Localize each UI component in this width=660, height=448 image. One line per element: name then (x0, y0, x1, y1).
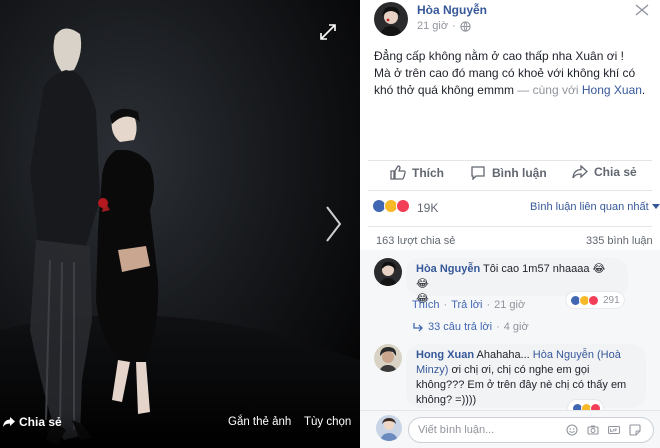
gif-icon[interactable] (608, 424, 620, 436)
post-meta: 21 giờ · (417, 20, 471, 32)
with-label: — cùng với (517, 83, 579, 97)
photo-viewer: Chia sẻ Gắn thẻ ảnh Tùy chọn (0, 0, 360, 448)
reactions-bar: 19K Bình luận liên quan nhất (360, 196, 660, 218)
share-count[interactable]: 163 lượt chia sẻ (376, 235, 455, 247)
dot-separator: · (496, 321, 500, 333)
share-icon (572, 165, 588, 179)
camera-icon[interactable] (587, 424, 599, 436)
comment-reaction-count: 291 (603, 294, 620, 306)
share-button[interactable]: Chia sẻ (572, 165, 637, 179)
close-icon[interactable] (632, 2, 652, 18)
globe-icon (460, 20, 471, 32)
photo-share-button[interactable]: Chia sẻ (2, 413, 62, 431)
comment-text: không??? Em ở trên đây nè chị có thấy em (416, 379, 627, 391)
post-text-line: Mà ở trên cao đó mang có khoẻ với không … (374, 66, 636, 80)
dot-separator: · (486, 299, 491, 311)
expand-icon[interactable] (318, 22, 338, 42)
comment-composer (360, 410, 660, 448)
share-label: Chia sẻ (594, 165, 637, 179)
post-text-fragment: khó thở quá không emmm (374, 83, 514, 97)
love-reaction-icon (396, 199, 410, 213)
replies-time: 4 giờ (503, 321, 529, 333)
comment-reply-link[interactable]: Trả lời (451, 299, 482, 311)
composer-tools (566, 424, 641, 436)
author-avatar[interactable] (374, 2, 408, 36)
post-header: Hòa Nguyễn 21 giờ · (360, 0, 660, 40)
love-reaction-icon (588, 294, 599, 306)
dot-separator: · (443, 299, 448, 311)
view-replies-link[interactable]: 33 câu trả lời · 4 giờ (412, 321, 529, 333)
tagged-user-link[interactable]: Hong Xuan (582, 83, 642, 97)
caret-down-icon (651, 204, 660, 209)
divider (368, 190, 652, 191)
like-button[interactable]: Thích (390, 165, 444, 180)
comment-like-link[interactable]: Thích (412, 299, 440, 311)
comment-bubble: Hòa Nguyễn Tôi cao 1m57 nhaaaa 😂😂 😂 (406, 258, 628, 305)
comment-text: ơi chị ơi, chị có nghe em gọi (451, 364, 590, 376)
like-label: Thích (412, 165, 444, 180)
post-text-line: Đẳng cấp không nằm ở cao thấp nha Xuân ơ… (374, 49, 624, 63)
post-text-line: khó thở quá không emmm — cùng với Hong X… (374, 82, 654, 99)
comment-sort-label: Bình luận liên quan nhất (530, 201, 649, 213)
comment-sort-dropdown[interactable]: Bình luận liên quan nhất (530, 201, 660, 213)
post-actions: Thích Bình luận Chia sẻ (360, 163, 660, 187)
share-icon (3, 417, 15, 427)
commenter-avatar[interactable] (374, 258, 402, 286)
comment-icon (471, 166, 485, 180)
post-text: Đẳng cấp không nằm ở cao thấp nha Xuân ơ… (374, 48, 654, 99)
author-name[interactable]: Hòa Nguyễn (417, 3, 487, 17)
post-details-panel: Hòa Nguyễn 21 giờ · Đẳng cấp không nằm ở… (360, 0, 660, 448)
photo-options-button[interactable]: Tùy chọn (304, 416, 351, 428)
mention-link[interactable]: Hòa Nguyễn (Hoà (533, 349, 621, 361)
sticker-icon[interactable] (629, 424, 641, 436)
replies-count: 33 câu trả lời (428, 321, 493, 333)
comments-list: Hòa Nguyễn Tôi cao 1m57 nhaaaa 😂😂 😂 Thíc… (360, 250, 660, 416)
divider (368, 160, 652, 161)
dot-separator: · (452, 20, 456, 32)
comment-reaction-summary[interactable]: 291 (566, 292, 624, 308)
photo (0, 0, 360, 448)
comment-count[interactable]: 335 bình luận (586, 235, 653, 247)
reaction-count[interactable]: 19K (417, 201, 438, 215)
current-user-avatar (376, 415, 402, 441)
period: . (641, 83, 646, 97)
divider (368, 226, 652, 227)
comment-time[interactable]: 21 giờ (494, 299, 525, 311)
comment-text: Ahahaha... (476, 349, 530, 361)
chevron-right-icon[interactable] (322, 204, 344, 244)
post-stats: 163 lượt chia sẻ 335 bình luận (360, 232, 660, 250)
tag-photo-button[interactable]: Gắn thẻ ảnh (228, 416, 291, 428)
comment-author[interactable]: Hòa Nguyễn (416, 263, 480, 275)
comment-text: không? =)))) (416, 394, 477, 406)
comment-label: Bình luận (492, 165, 547, 180)
comment-button[interactable]: Bình luận (470, 165, 547, 180)
comment-bubble: Hong Xuan Ahahaha... Hòa Nguyễn (Hoà Min… (406, 344, 646, 408)
comment-meta: Thích · Trả lời · 21 giờ (412, 299, 525, 311)
reaction-icons[interactable] (372, 199, 410, 213)
comment-author[interactable]: Hong Xuan (416, 349, 474, 361)
photo-share-label: Chia sẻ (19, 415, 62, 429)
commenter-avatar[interactable] (374, 344, 402, 372)
thumbs-up-icon (390, 165, 406, 180)
post-time[interactable]: 21 giờ (417, 20, 448, 32)
mention-link[interactable]: Minzy) (416, 364, 448, 376)
reply-arrow-icon (413, 323, 423, 332)
emoji-icon[interactable] (566, 424, 578, 436)
